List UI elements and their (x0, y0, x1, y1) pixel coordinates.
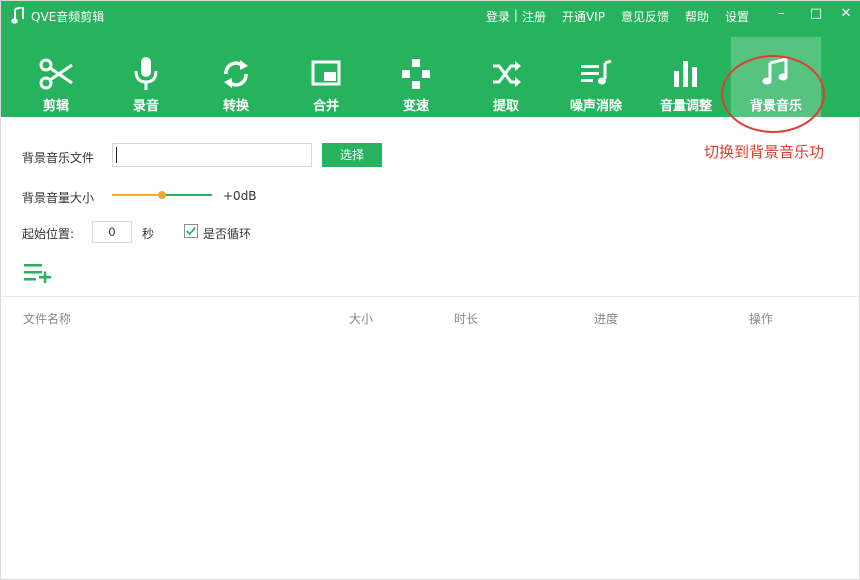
slider-track (162, 194, 212, 196)
refresh-icon (224, 60, 248, 88)
column-header-size: 大小 (349, 312, 374, 326)
tool-bar: 剪辑 录音 转换 合并 变速 提取 噪声消除 音量调整 背景音乐 (11, 37, 821, 117)
table-divider (1, 296, 859, 297)
header-links: 登录 | 注册 开通VIP 意见反馈 帮助 设置 (486, 8, 749, 25)
tool-label: 音量调整 (659, 99, 712, 114)
tool-label: 变速 (402, 99, 429, 114)
start-position-label: 起始位置: (22, 227, 75, 241)
column-header-actions: 操作 (749, 312, 774, 326)
column-header-duration: 时长 (454, 312, 479, 326)
volume-bars-icon (674, 61, 697, 87)
tool-label: 剪辑 (42, 99, 69, 114)
seconds-unit: 秒 (142, 227, 155, 241)
maximize-button[interactable]: □ (806, 5, 826, 25)
add-to-list-icon[interactable] (24, 263, 52, 283)
slider-thumb[interactable] (158, 191, 166, 199)
tool-label: 录音 (132, 99, 159, 114)
register-link[interactable]: 注册 (522, 8, 546, 25)
microphone-icon (134, 57, 158, 90)
vip-link[interactable]: 开通VIP (562, 8, 605, 25)
annotation-text: 切换到背景音乐功 (704, 143, 825, 161)
choose-file-button[interactable]: 选择 (322, 143, 382, 167)
tool-label: 合并 (312, 99, 339, 114)
link-separator: | (513, 8, 518, 22)
loop-label[interactable]: 是否循环 (203, 225, 251, 242)
tool-merge[interactable]: 合并 (281, 45, 371, 117)
column-header-filename: 文件名称 (23, 312, 72, 326)
tool-cut[interactable]: 剪辑 (11, 45, 101, 117)
tool-record[interactable]: 录音 (101, 45, 191, 117)
tool-noise-removal[interactable]: 噪声消除 (551, 45, 641, 117)
slider-fill (112, 194, 162, 196)
app-window: QVE音频剪辑 登录 | 注册 开通VIP 意见反馈 帮助 设置 – □ ✕ 剪… (0, 0, 860, 580)
tool-label: 噪声消除 (569, 99, 622, 114)
text-caret (116, 147, 117, 163)
tool-label: 转换 (222, 99, 249, 114)
login-link[interactable]: 登录 (486, 8, 510, 25)
bg-music-file-label: 背景音乐文件 (22, 151, 95, 165)
title-bar: QVE音频剪辑 登录 | 注册 开通VIP 意见反馈 帮助 设置 – □ ✕ (1, 1, 860, 31)
tool-volume[interactable]: 音量调整 (641, 45, 731, 117)
bg-volume-label: 背景音量大小 (22, 191, 95, 205)
start-position-input[interactable] (92, 221, 132, 243)
bg-music-file-input[interactable] (112, 143, 312, 167)
bg-volume-slider[interactable] (112, 189, 212, 201)
noise-removal-icon (581, 59, 612, 85)
tool-speed[interactable]: 变速 (371, 45, 461, 117)
feedback-link[interactable]: 意见反馈 (621, 8, 669, 25)
close-button[interactable]: ✕ (836, 5, 856, 25)
app-title: QVE音频剪辑 (31, 10, 105, 24)
checkmark-icon (186, 227, 196, 236)
help-link[interactable]: 帮助 (685, 8, 709, 25)
music-note-app-icon (11, 7, 24, 24)
speed-icon (402, 59, 430, 89)
settings-link[interactable]: 设置 (725, 8, 749, 25)
bg-volume-value: +0dB (223, 189, 257, 203)
tool-convert[interactable]: 转换 (191, 45, 281, 117)
minimize-button[interactable]: – (771, 5, 791, 25)
loop-checkbox[interactable] (184, 224, 198, 238)
column-header-progress: 进度 (594, 312, 619, 326)
scissors-icon (39, 58, 73, 90)
highlight-circle (721, 55, 825, 133)
tool-extract[interactable]: 提取 (461, 45, 551, 117)
merge-icon (311, 60, 341, 86)
shuffle-icon (493, 61, 521, 87)
tool-label: 提取 (492, 99, 519, 114)
